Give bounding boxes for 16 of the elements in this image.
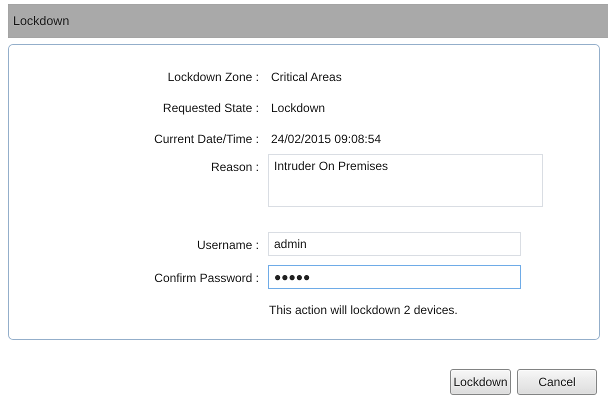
window-title: Lockdown xyxy=(13,14,70,28)
field-value: Critical Areas xyxy=(270,69,343,84)
input-field[interactable]: admin xyxy=(268,232,521,256)
lockdown-button[interactable]: Lockdown xyxy=(450,369,511,395)
cancel-button[interactable]: Cancel xyxy=(517,369,597,395)
reason-field[interactable]: Intruder On Premises xyxy=(268,154,543,207)
field-label: Current Date/Time : xyxy=(153,131,259,146)
field-label: Confirm Password : xyxy=(153,270,259,285)
field-label: Lockdown Zone : xyxy=(166,69,259,84)
field-label: Requested State : xyxy=(162,100,259,115)
field-value: 24/02/2015 09:08:54 xyxy=(270,131,382,146)
field-value: Lockdown xyxy=(270,100,326,115)
field-label: Username : xyxy=(196,237,259,252)
input-field[interactable]: ●●●●● xyxy=(268,265,521,289)
field-label: Reason : xyxy=(210,159,259,174)
info-message: This action will lockdown 2 devices. xyxy=(268,303,459,317)
